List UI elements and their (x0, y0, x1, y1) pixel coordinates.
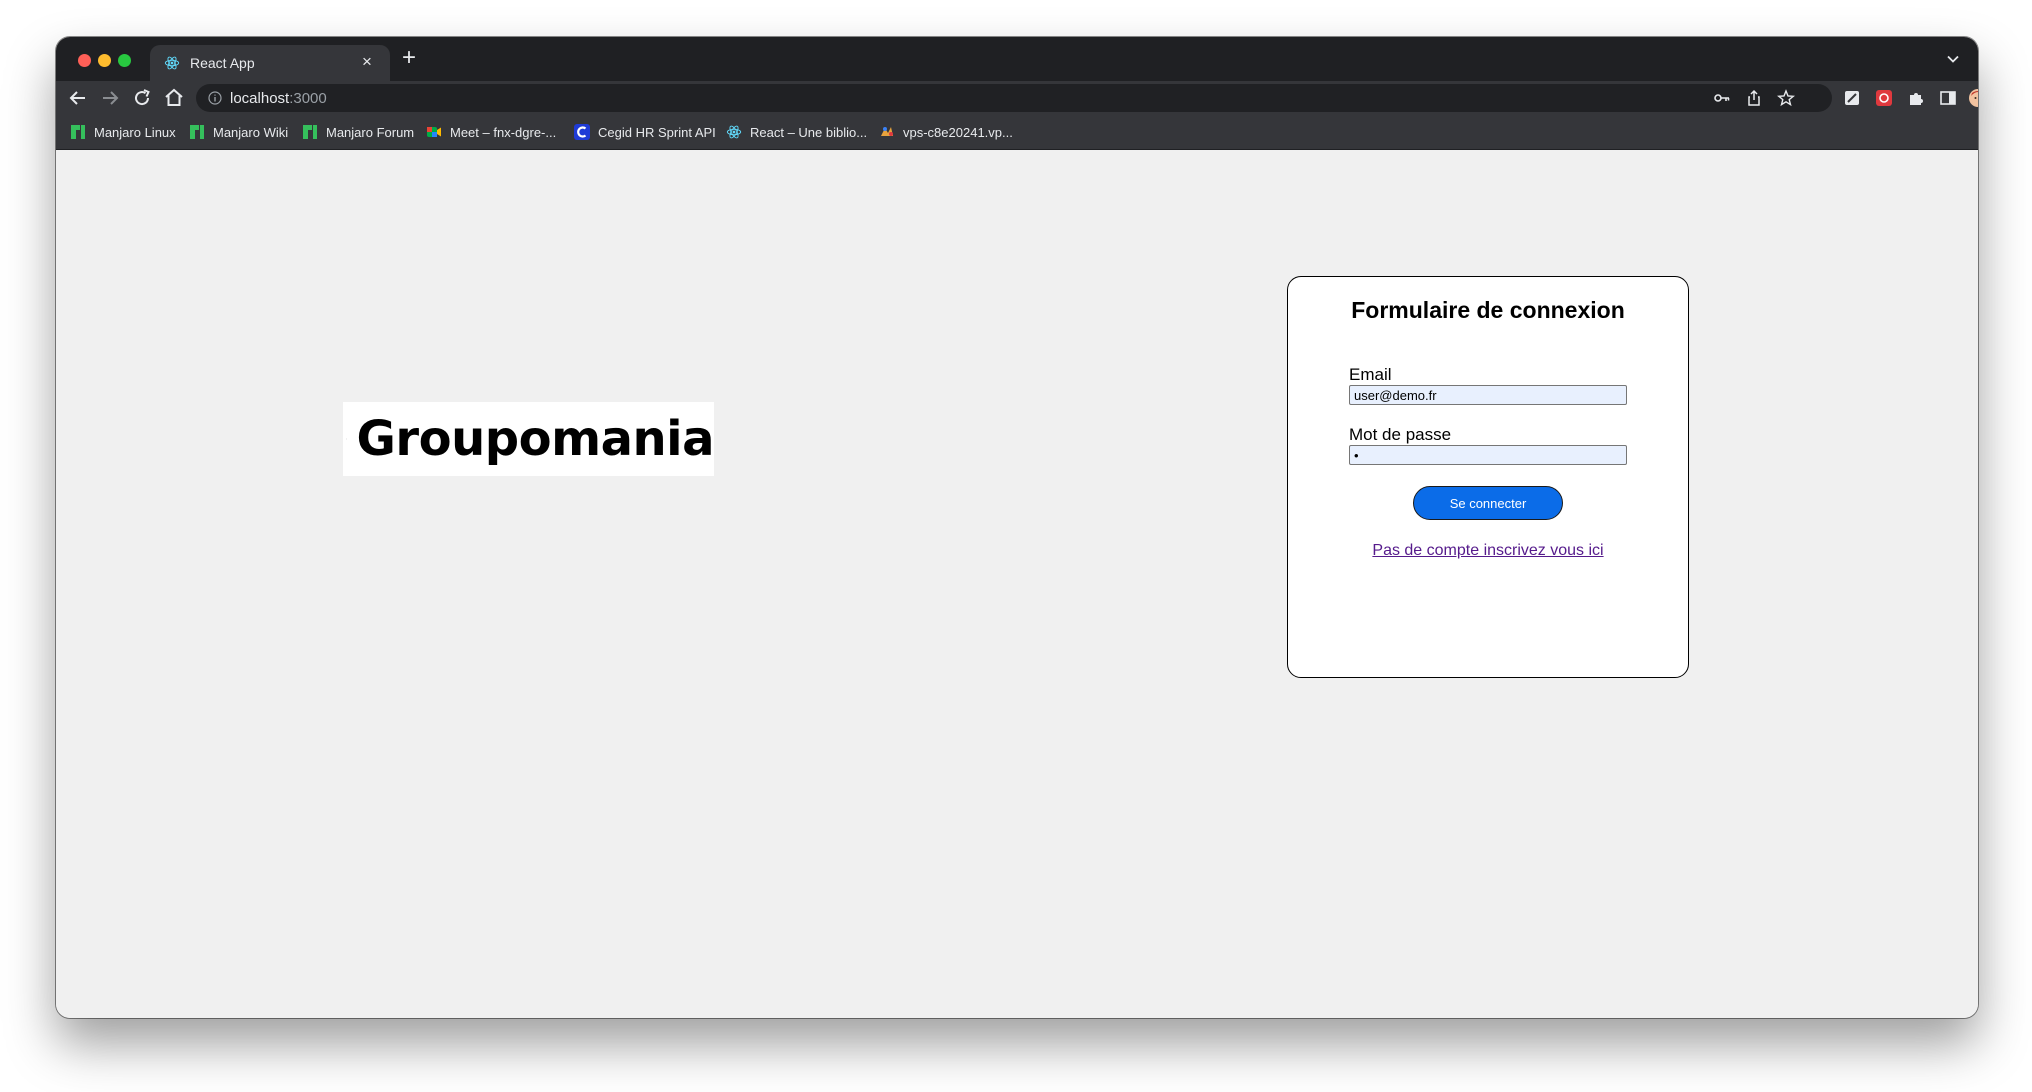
vps-icon (881, 127, 893, 136)
meet-icon (427, 127, 441, 137)
manjaro-icon (71, 125, 85, 139)
minimize-window-button[interactable] (98, 54, 111, 67)
email-field[interactable] (1349, 385, 1627, 405)
manjaro-icon (190, 125, 204, 139)
bookmark-label: Manjaro Linux (94, 124, 176, 140)
login-button[interactable]: Se connecter (1413, 486, 1563, 520)
url-port: :3000 (289, 90, 327, 107)
reload-icon[interactable] (130, 86, 154, 110)
groupomania-logo: Groupomania (343, 402, 715, 476)
bookmark-cegid[interactable]: Cegid HR Sprint API (574, 123, 716, 141)
page-content: Groupomania Formulaire de connexion Emai… (56, 150, 1978, 1018)
bookmark-manjaro-linux[interactable]: Manjaro Linux (70, 123, 176, 141)
login-form-card: Formulaire de connexion Email Mot de pas… (1287, 276, 1689, 678)
signup-link[interactable]: Pas de compte inscrivez vous ici (1288, 542, 1688, 560)
chevron-down-icon[interactable] (1946, 52, 1960, 66)
key-icon[interactable] (1713, 89, 1731, 107)
bookmark-label: Manjaro Forum (326, 124, 415, 140)
maximize-window-button[interactable] (118, 54, 131, 67)
url-text: localhost:3000 (230, 90, 327, 107)
browser-toolbar: localhost:3000 (56, 81, 1978, 115)
react-icon (726, 125, 742, 139)
password-label: Mot de passe (1349, 425, 1452, 444)
star-icon[interactable] (1777, 89, 1795, 107)
tab-close-icon[interactable]: × (362, 52, 372, 72)
browser-window: React App × + localhost:3000 Manjaro Lin… (56, 37, 1978, 1018)
back-icon[interactable] (66, 86, 90, 110)
bookmark-manjaro-forum[interactable]: Manjaro Forum (302, 123, 414, 141)
new-tab-button[interactable]: + (402, 46, 416, 70)
profile-avatar-icon[interactable] (1968, 88, 1978, 108)
logo-text: Groupomania (356, 411, 715, 467)
bookmark-react[interactable]: React – Une biblio... (726, 123, 867, 141)
bookmark-label: vps-c8e20241.vp... (903, 124, 1013, 140)
puzzle-icon[interactable] (1906, 88, 1926, 108)
globe-icon (346, 438, 347, 440)
react-icon (164, 56, 180, 70)
bookmark-manjaro-wiki[interactable]: Manjaro Wiki (189, 123, 288, 141)
password-field[interactable] (1349, 445, 1627, 465)
home-icon[interactable] (162, 86, 186, 110)
site-info-icon[interactable] (208, 91, 222, 105)
bookmark-label: Meet – fnx-dgre-... (450, 124, 557, 140)
tab-strip: React App × + (56, 37, 1978, 81)
close-window-button[interactable] (78, 54, 91, 67)
manjaro-icon (303, 125, 317, 139)
extension-tab-icon[interactable] (1842, 88, 1862, 108)
bookmark-label: Manjaro Wiki (213, 124, 289, 140)
side-panel-icon[interactable] (1938, 88, 1958, 108)
bookmarks-bar: Manjaro Linux Manjaro Wiki Manjaro Forum… (56, 115, 1978, 150)
bookmark-vps[interactable]: vps-c8e20241.vp... (879, 123, 1013, 141)
url-host: localhost (230, 90, 290, 107)
email-label: Email (1349, 365, 1392, 384)
share-icon[interactable] (1745, 89, 1763, 107)
forward-icon[interactable] (98, 86, 122, 110)
bookmark-label: React – Une biblio... (750, 124, 868, 140)
browser-tab[interactable]: React App × (150, 45, 390, 81)
tab-title: React App (190, 55, 255, 71)
login-form-title: Formulaire de connexion (1351, 297, 1625, 323)
bookmark-meet[interactable]: Meet – fnx-dgre-... (426, 123, 556, 141)
address-bar[interactable]: localhost:3000 (196, 84, 1832, 112)
cegid-icon (574, 124, 590, 140)
bookmark-label: Cegid HR Sprint API (598, 124, 716, 140)
extension-red-icon[interactable] (1874, 88, 1894, 108)
